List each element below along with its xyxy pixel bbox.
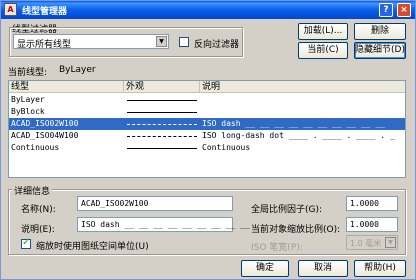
description-field[interactable]: ISO dash __ __ __ __ __ __ __ __ __ bbox=[77, 217, 250, 232]
paper-space-units-checkbox[interactable] bbox=[21, 237, 31, 249]
help-button[interactable]: 帮助(H) bbox=[354, 260, 406, 277]
close-icon[interactable]: × bbox=[397, 3, 411, 17]
chevron-down-icon[interactable]: ▼ bbox=[156, 36, 167, 47]
details-group-label: 详细信息 bbox=[12, 184, 53, 197]
linetype-appearance bbox=[127, 136, 197, 137]
current-linetype-value: ByLayer bbox=[59, 65, 96, 75]
linetype-appearance bbox=[127, 100, 197, 101]
linetype-filter-select[interactable]: 显示所有线型 ▼ bbox=[13, 34, 169, 50]
linetype-name: ACAD_ISO02W100 bbox=[11, 119, 79, 128]
set-current-button[interactable]: 当前(C) bbox=[298, 42, 348, 59]
list-item[interactable]: ByBlock bbox=[9, 106, 405, 118]
iso-pen-width-select[interactable]: 1.0 毫米 ▼ bbox=[346, 235, 398, 250]
title-bar[interactable]: A 线型管理器 ? × bbox=[1, 1, 415, 19]
name-value: ACAD_ISO02W100 bbox=[81, 199, 149, 208]
linetype-description: ISO long-dash dot ____ . ____ . ____ . _ bbox=[202, 131, 395, 140]
linetype-manager-dialog: A 线型管理器 ? × 线型过滤器 显示所有线型 ▼ 反向过滤器 加载(L)..… bbox=[0, 0, 416, 280]
current-scale-field[interactable]: 1.0000 bbox=[346, 217, 398, 232]
list-item[interactable]: ByLayer bbox=[9, 94, 405, 106]
linetype-description: ISO dash __ __ __ __ __ __ __ __ __ __ bbox=[202, 119, 386, 128]
linetype-appearance bbox=[127, 148, 197, 149]
delete-button[interactable]: 删除 bbox=[354, 23, 406, 40]
current-scale-value: 1.0000 bbox=[350, 220, 379, 229]
linetype-name: ByBlock bbox=[11, 107, 45, 116]
global-scale-field[interactable]: 1.0000 bbox=[346, 196, 398, 211]
current-scale-label: 当前对象缩放比例(O): bbox=[251, 225, 341, 235]
linetype-appearance bbox=[127, 112, 197, 113]
iso-pen-width-label: ISO 笔宽(P): bbox=[251, 243, 303, 253]
linetype-name: ACAD_ISO04W100 bbox=[11, 131, 79, 140]
description-value: ISO dash __ __ __ __ __ __ __ __ __ bbox=[81, 220, 250, 229]
linetype-filter-value: 显示所有线型 bbox=[17, 40, 72, 50]
name-field[interactable]: ACAD_ISO02W100 bbox=[77, 196, 233, 211]
hide-details-button[interactable]: 隐藏细节(D) bbox=[354, 42, 406, 59]
linetype-name: ByLayer bbox=[11, 95, 45, 104]
linetype-description: Continuous bbox=[202, 143, 251, 152]
invert-filter-checkbox[interactable] bbox=[179, 37, 189, 47]
list-item[interactable]: Continuous Continuous bbox=[9, 142, 405, 154]
name-label: 名称(N): bbox=[21, 205, 56, 215]
list-header: 线型 外观 说明 bbox=[9, 81, 405, 93]
help-icon[interactable]: ? bbox=[379, 3, 393, 17]
linetype-list[interactable]: 线型 外观 说明 ByLayer ByBlock ACAD_ISO02W100 … bbox=[8, 80, 406, 178]
load-button[interactable]: 加载(L)... bbox=[298, 23, 348, 40]
paper-space-units-label: 缩放时使用图纸空间单位(U) bbox=[36, 242, 149, 252]
current-linetype-label: 当前线型: bbox=[8, 68, 48, 78]
column-header-description[interactable]: 说明 bbox=[200, 81, 405, 93]
chevron-down-icon[interactable]: ▼ bbox=[385, 237, 396, 248]
global-scale-value: 1.0000 bbox=[350, 199, 379, 208]
iso-pen-width-value: 1.0 毫米 bbox=[350, 239, 382, 248]
linetype-appearance bbox=[127, 124, 197, 125]
list-item[interactable]: ACAD_ISO04W100 ISO long-dash dot ____ . … bbox=[9, 130, 405, 142]
list-item[interactable]: ACAD_ISO02W100 ISO dash __ __ __ __ __ _… bbox=[9, 118, 405, 130]
description-label: 说明(E): bbox=[21, 225, 55, 235]
column-header-linetype[interactable]: 线型 bbox=[9, 81, 124, 93]
global-scale-label: 全局比例因子(G): bbox=[251, 205, 323, 215]
app-icon: A bbox=[4, 3, 17, 16]
invert-filter-label: 反向过滤器 bbox=[194, 40, 240, 50]
column-header-appearance[interactable]: 外观 bbox=[124, 81, 200, 93]
ok-button[interactable]: 确定 bbox=[241, 260, 289, 277]
cancel-button[interactable]: 取消 bbox=[298, 260, 348, 277]
window-title: 线型管理器 bbox=[22, 7, 68, 17]
linetype-name: Continuous bbox=[11, 143, 60, 152]
